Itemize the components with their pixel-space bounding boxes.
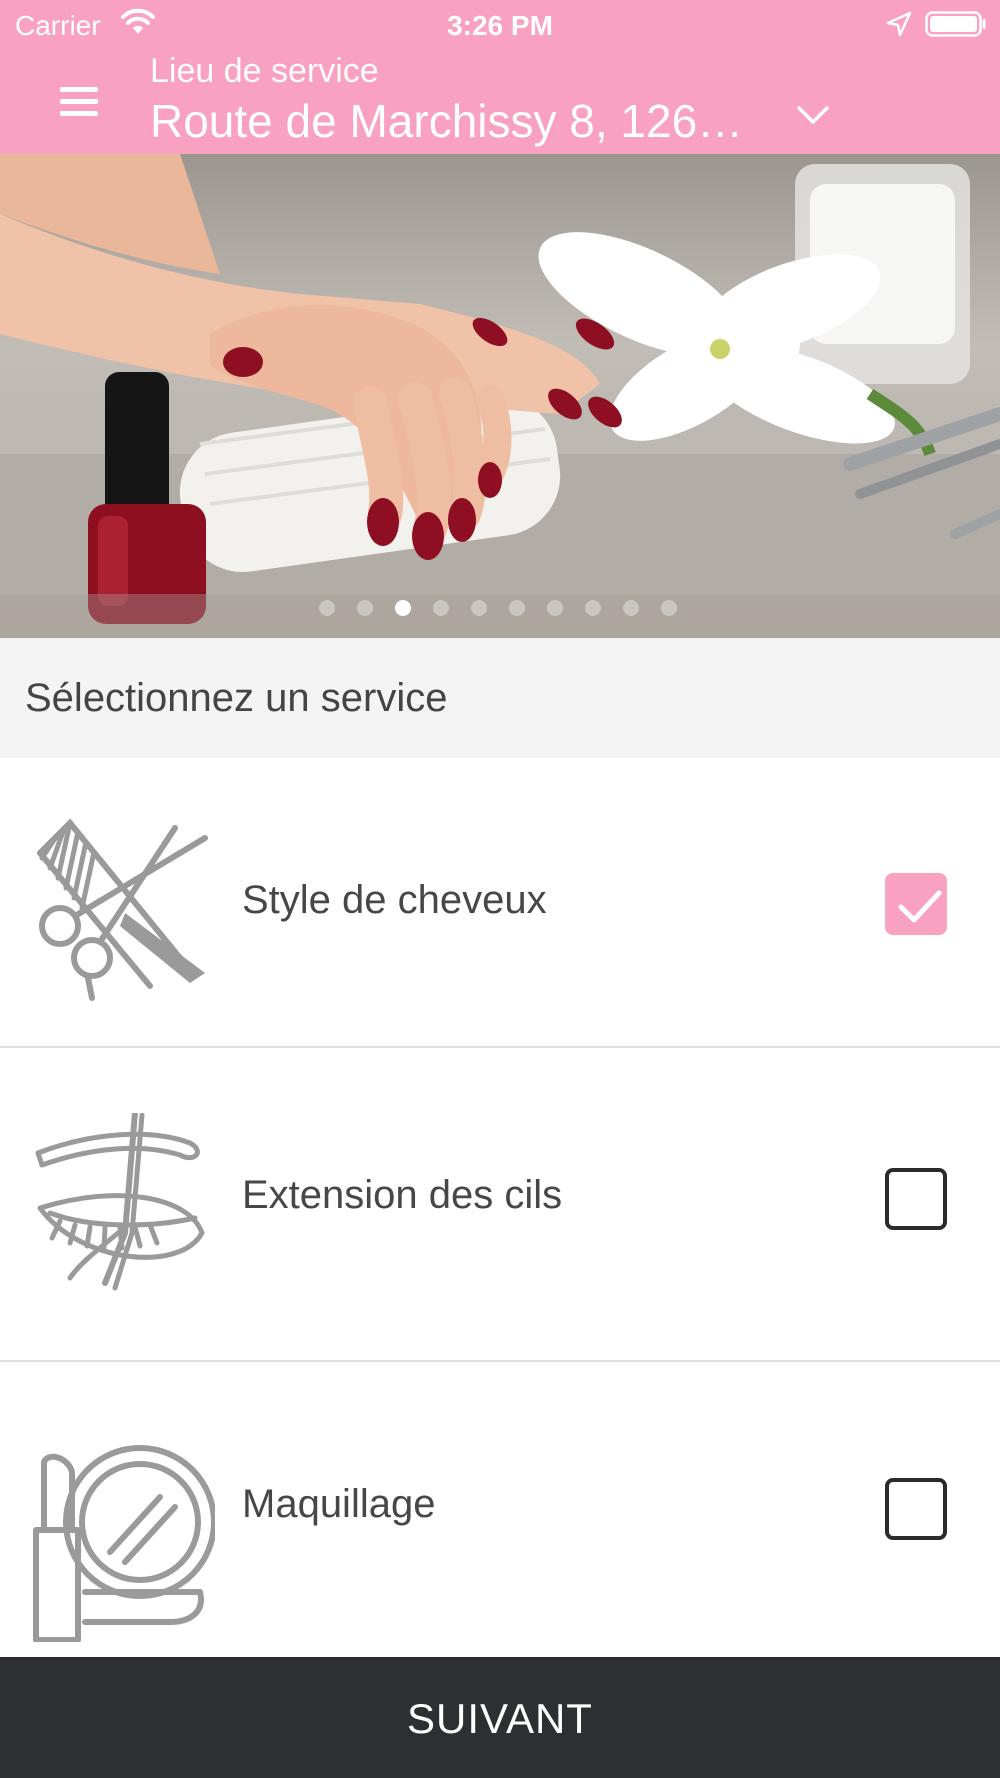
chevron-down-icon[interactable] (795, 100, 831, 130)
carousel-dot[interactable] (585, 600, 601, 616)
checkmark-icon (898, 890, 942, 923)
service-label-eyelash-extension: Extension des cils (242, 1173, 563, 1217)
carousel-dot[interactable] (623, 600, 639, 616)
service-label-hair-style: Style de cheveux (242, 878, 547, 922)
app-header: Lieu de service Route de Marchissy 8, 12… (0, 52, 1000, 154)
next-button[interactable]: SUIVANT (0, 1657, 1000, 1778)
service-row-eyelash-extension[interactable]: Extension des cils (0, 1048, 1000, 1362)
service-location-address[interactable]: Route de Marchissy 8, 1261 Longirod (150, 94, 750, 148)
service-row-hair-style[interactable]: Style de cheveux (0, 758, 1000, 1048)
manicure-photo (0, 154, 1000, 638)
carousel-dot-active[interactable] (395, 600, 411, 616)
service-label-makeup: Maquillage (242, 1482, 436, 1526)
comb-scissors-icon (37, 818, 208, 1001)
status-bar: Carrier 3:26 PM (0, 0, 1000, 52)
eyelash-icon (35, 1113, 205, 1291)
hair-style-checkbox[interactable] (885, 873, 947, 935)
carousel-dot[interactable] (433, 600, 449, 616)
carousel-pagination[interactable] (0, 598, 1000, 618)
eyelash-extension-checkbox[interactable] (885, 1168, 947, 1230)
status-time: 3:26 PM (447, 10, 553, 41)
hero-carousel[interactable] (0, 154, 1000, 638)
carousel-dot[interactable] (509, 600, 525, 616)
carousel-dot[interactable] (471, 600, 487, 616)
carousel-dot[interactable] (357, 600, 373, 616)
makeup-checkbox[interactable] (885, 1478, 947, 1540)
carousel-dot[interactable] (661, 600, 677, 616)
lipstick-mirror-icon (33, 1445, 215, 1642)
section-header: Sélectionnez un service (0, 638, 1000, 758)
section-title: Sélectionnez un service (25, 676, 448, 720)
carousel-dot[interactable] (319, 600, 335, 616)
battery-icon (925, 11, 986, 37)
service-row-makeup[interactable]: Maquillage (0, 1362, 1000, 1657)
carousel-dot[interactable] (547, 600, 563, 616)
next-button-label: SUIVANT (407, 1695, 593, 1742)
location-arrow-icon (886, 11, 912, 37)
hamburger-menu-icon[interactable] (50, 72, 108, 132)
service-location-label: Lieu de service (150, 52, 379, 90)
